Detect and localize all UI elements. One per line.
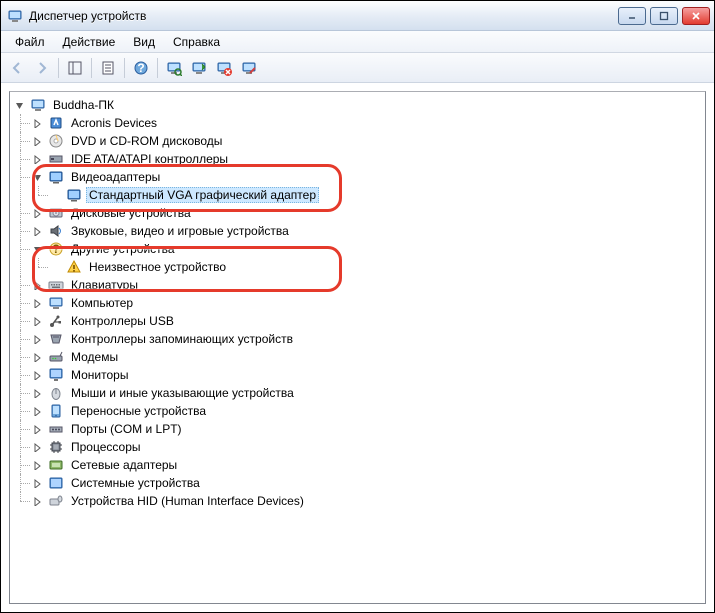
- node-other-devices[interactable]: Другие устройства: [48, 240, 703, 258]
- svg-text:?: ?: [137, 61, 144, 75]
- cpu-icon: [48, 439, 64, 455]
- minimize-button[interactable]: [618, 7, 646, 25]
- hid-icon: [48, 493, 64, 509]
- maximize-button[interactable]: [650, 7, 678, 25]
- menu-action[interactable]: Действие: [55, 33, 124, 51]
- tree-toggle[interactable]: [32, 172, 42, 182]
- mouse-icon: [48, 385, 64, 401]
- node-system[interactable]: Системные устройства: [48, 474, 703, 492]
- tree-toggle[interactable]: [32, 442, 42, 452]
- modem-icon: [48, 349, 64, 365]
- system-icon: [48, 475, 64, 491]
- tree-scroll-area[interactable]: Buddha-ПК Acronis Devices DVD и CD-ROM д…: [9, 91, 706, 604]
- node-sound[interactable]: Звуковые, видео и игровые устройства: [48, 222, 703, 240]
- nav-back-button: [5, 56, 29, 80]
- port-icon: [48, 421, 64, 437]
- node-computer[interactable]: Компьютер: [48, 294, 703, 312]
- tree-toggle[interactable]: [32, 424, 42, 434]
- window-title: Диспетчер устройств: [29, 9, 618, 23]
- tree-toggle[interactable]: [32, 280, 42, 290]
- tree-toggle[interactable]: [32, 334, 42, 344]
- tree-toggle[interactable]: [32, 226, 42, 236]
- tree-toggle[interactable]: [32, 154, 42, 164]
- disable-button[interactable]: [237, 56, 261, 80]
- device-manager-window: Диспетчер устройств Файл Действие Вид Сп…: [0, 0, 715, 613]
- nav-forward-button: [30, 56, 54, 80]
- sound-icon: [48, 223, 64, 239]
- tree-toggle[interactable]: [32, 208, 42, 218]
- scan-hardware-button[interactable]: [162, 56, 186, 80]
- app-icon: [7, 8, 23, 24]
- warning-icon: [66, 259, 82, 275]
- update-driver-button[interactable]: [187, 56, 211, 80]
- ide-icon: [48, 151, 64, 167]
- node-unknown-device[interactable]: Неизвестное устройство: [66, 258, 703, 276]
- node-ports[interactable]: Порты (COM и LPT): [48, 420, 703, 438]
- close-button[interactable]: [682, 7, 710, 25]
- tree-toggle[interactable]: [32, 298, 42, 308]
- uninstall-button[interactable]: [212, 56, 236, 80]
- toolbar-separator: [124, 58, 125, 78]
- storage-icon: [48, 331, 64, 347]
- show-hide-tree-button[interactable]: [63, 56, 87, 80]
- menu-file[interactable]: Файл: [7, 33, 53, 51]
- node-vga-adapter[interactable]: Стандартный VGA графический адаптер: [66, 186, 703, 204]
- node-monitors[interactable]: Мониторы: [48, 366, 703, 384]
- disc-icon: [48, 133, 64, 149]
- node-disk[interactable]: Дисковые устройства: [48, 204, 703, 222]
- node-keyboards[interactable]: Клавиатуры: [48, 276, 703, 294]
- node-cpu[interactable]: Процессоры: [48, 438, 703, 456]
- node-network[interactable]: Сетевые адаптеры: [48, 456, 703, 474]
- acronis-icon: [48, 115, 64, 131]
- tree-toggle[interactable]: [32, 316, 42, 326]
- node-portable[interactable]: Переносные устройства: [48, 402, 703, 420]
- network-icon: [48, 457, 64, 473]
- usb-icon: [48, 313, 64, 329]
- computer-icon: [48, 295, 64, 311]
- tree-panel: Buddha-ПК Acronis Devices DVD и CD-ROM д…: [1, 83, 714, 612]
- tree-toggle[interactable]: [32, 244, 42, 254]
- toolbar-separator: [91, 58, 92, 78]
- menu-help[interactable]: Справка: [165, 33, 228, 51]
- tree-toggle[interactable]: [32, 370, 42, 380]
- tree-toggle[interactable]: [32, 118, 42, 128]
- tree-toggle[interactable]: [32, 388, 42, 398]
- hdd-icon: [48, 205, 64, 221]
- menu-view[interactable]: Вид: [125, 33, 163, 51]
- toolbar: ?: [1, 53, 714, 83]
- node-acronis[interactable]: Acronis Devices: [48, 114, 703, 132]
- toolbar-separator: [58, 58, 59, 78]
- question-icon: [48, 241, 64, 257]
- help-button[interactable]: ?: [129, 56, 153, 80]
- node-usb[interactable]: Контроллеры USB: [48, 312, 703, 330]
- tree-toggle[interactable]: [32, 496, 42, 506]
- tree-root-computer[interactable]: Buddha-ПК: [30, 96, 703, 114]
- portable-icon: [48, 403, 64, 419]
- toolbar-separator: [157, 58, 158, 78]
- tree-toggle[interactable]: [14, 100, 24, 110]
- node-mouse[interactable]: Мыши и иные указывающие устройства: [48, 384, 703, 402]
- node-dvd[interactable]: DVD и CD-ROM дисководы: [48, 132, 703, 150]
- computer-icon: [30, 97, 46, 113]
- tree-toggle[interactable]: [32, 460, 42, 470]
- titlebar: Диспетчер устройств: [1, 1, 714, 31]
- node-storage[interactable]: Контроллеры запоминающих устройств: [48, 330, 703, 348]
- node-modem[interactable]: Модемы: [48, 348, 703, 366]
- display-icon: [66, 187, 82, 203]
- display-icon: [48, 169, 64, 185]
- tree-toggle[interactable]: [32, 352, 42, 362]
- menubar: Файл Действие Вид Справка: [1, 31, 714, 53]
- node-hid[interactable]: Устройства HID (Human Interface Devices): [48, 492, 703, 510]
- tree-toggle[interactable]: [32, 136, 42, 146]
- tree-toggle[interactable]: [32, 478, 42, 488]
- monitor-icon: [48, 367, 64, 383]
- node-ide[interactable]: IDE ATA/ATAPI контроллеры: [48, 150, 703, 168]
- tree-toggle[interactable]: [32, 406, 42, 416]
- node-video-adapters[interactable]: Видеоадаптеры: [48, 168, 703, 186]
- properties-button[interactable]: [96, 56, 120, 80]
- keyboard-icon: [48, 277, 64, 293]
